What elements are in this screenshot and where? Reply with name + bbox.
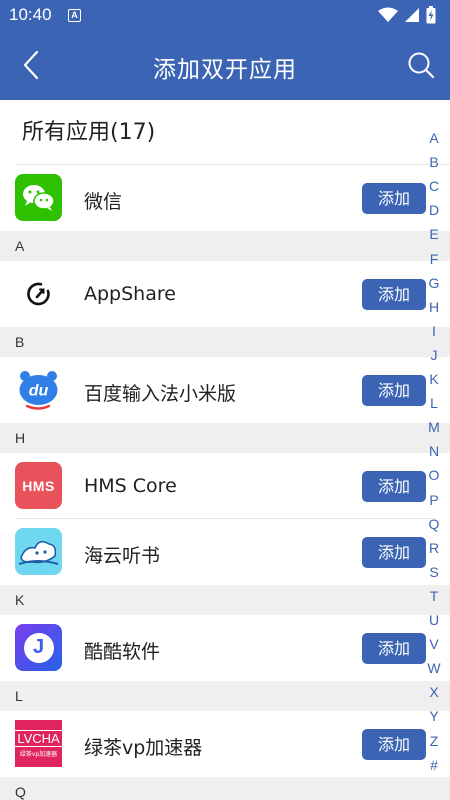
all-apps-header: 所有应用(17) — [16, 100, 450, 165]
add-button[interactable]: 添加 — [362, 375, 426, 406]
wifi-icon — [378, 7, 398, 22]
index-letter[interactable]: P — [423, 492, 445, 508]
hms-icon-text: HMS — [22, 477, 55, 494]
index-letter[interactable]: O — [423, 467, 445, 483]
index-letter[interactable]: # — [423, 757, 445, 773]
alphabet-index-bar[interactable]: A B C D E F G H I J K L M N O P Q R S T U V W X Y Z # — [423, 130, 445, 780]
kuku-icon-letter: J — [32, 636, 45, 658]
index-letter[interactable]: U — [423, 612, 445, 628]
app-name: 微信 — [84, 191, 123, 213]
status-time: 10:40 — [9, 5, 52, 24]
app-name: AppShare — [84, 283, 176, 305]
battery-charging-icon — [426, 6, 436, 24]
index-letter[interactable]: X — [423, 684, 445, 700]
app-name: 海云听书 — [84, 545, 161, 567]
add-button[interactable]: 添加 — [362, 471, 426, 502]
index-letter[interactable]: A — [423, 130, 445, 146]
appshare-icon — [15, 270, 62, 317]
index-letter[interactable]: R — [423, 540, 445, 556]
index-letter[interactable]: I — [423, 323, 445, 339]
index-letter[interactable]: C — [423, 178, 445, 194]
list-item-lvcha-vpn[interactable]: LVCHA 绿茶vp加速器 绿茶vp加速器 添加 — [0, 711, 450, 777]
list-item-appshare[interactable]: AppShare 添加 — [0, 261, 450, 327]
index-letter[interactable]: F — [423, 251, 445, 267]
index-letter[interactable]: D — [423, 202, 445, 218]
add-button[interactable]: 添加 — [362, 279, 426, 310]
index-letter[interactable]: M — [423, 419, 445, 435]
section-header-l: L — [0, 681, 450, 711]
index-letter[interactable]: K — [423, 371, 445, 387]
index-letter[interactable]: G — [423, 275, 445, 291]
section-header-q: Q — [0, 777, 450, 800]
index-letter[interactable]: Z — [423, 733, 445, 749]
index-letter[interactable]: B — [423, 154, 445, 170]
app-name: 酷酷软件 — [84, 641, 161, 663]
search-button[interactable] — [404, 48, 438, 82]
index-letter[interactable]: T — [423, 588, 445, 604]
index-letter[interactable]: H — [423, 299, 445, 315]
status-bar: 10:40 A — [0, 0, 450, 30]
add-button[interactable]: 添加 — [362, 183, 426, 214]
lvcha-icon-text: LVCHA — [15, 729, 62, 747]
section-header-b: B — [0, 327, 450, 357]
index-letter[interactable]: Y — [423, 708, 445, 724]
add-button[interactable]: 添加 — [362, 633, 426, 664]
index-letter[interactable]: L — [423, 395, 445, 411]
baidu-du-text: du — [29, 383, 49, 400]
haiyun-tingshu-icon — [15, 528, 62, 575]
status-icons — [378, 6, 436, 24]
add-button[interactable]: 添加 — [362, 729, 426, 760]
baidu-input-icon: du — [15, 366, 62, 413]
index-letter[interactable]: J — [423, 347, 445, 363]
lvcha-icon-subtext: 绿茶vp加速器 — [19, 750, 58, 758]
app-list[interactable]: 所有应用(17) 微信 添加 A AppShare 添加 B du 百度输入法小… — [0, 100, 450, 800]
index-letter[interactable]: E — [423, 226, 445, 242]
index-letter[interactable]: V — [423, 636, 445, 652]
app-name: 百度输入法小米版 — [84, 383, 237, 405]
list-item-wechat[interactable]: 微信 添加 — [0, 165, 450, 231]
list-item-kuku-software[interactable]: J 酷酷软件 添加 — [0, 615, 450, 681]
app-name: HMS Core — [84, 475, 177, 497]
index-letter[interactable]: Q — [423, 516, 445, 532]
add-button[interactable]: 添加 — [362, 537, 426, 568]
section-header-a: A — [0, 231, 450, 261]
app-name: 绿茶vp加速器 — [84, 737, 203, 759]
section-header-h: H — [0, 423, 450, 453]
search-icon — [408, 52, 435, 79]
list-item-baidu-input[interactable]: du 百度输入法小米版 添加 — [0, 357, 450, 423]
signal-icon — [405, 8, 419, 22]
page-title: 添加双开应用 — [153, 57, 297, 83]
section-header-k: K — [0, 585, 450, 615]
notification-icon: A — [68, 9, 81, 22]
index-letter[interactable]: N — [423, 443, 445, 459]
kuku-software-icon: J — [15, 624, 62, 671]
index-letter[interactable]: W — [423, 660, 445, 676]
list-item-haiyun-tingshu[interactable]: 海云听书 添加 — [0, 519, 450, 585]
hms-core-icon: HMS — [15, 462, 62, 509]
wechat-icon — [15, 174, 62, 221]
index-letter[interactable]: S — [423, 564, 445, 580]
lvcha-vpn-icon: LVCHA 绿茶vp加速器 — [15, 720, 62, 767]
app-bar: 添加双开应用 — [0, 30, 450, 100]
list-item-hms-core[interactable]: HMS HMS Core 添加 — [0, 453, 450, 519]
